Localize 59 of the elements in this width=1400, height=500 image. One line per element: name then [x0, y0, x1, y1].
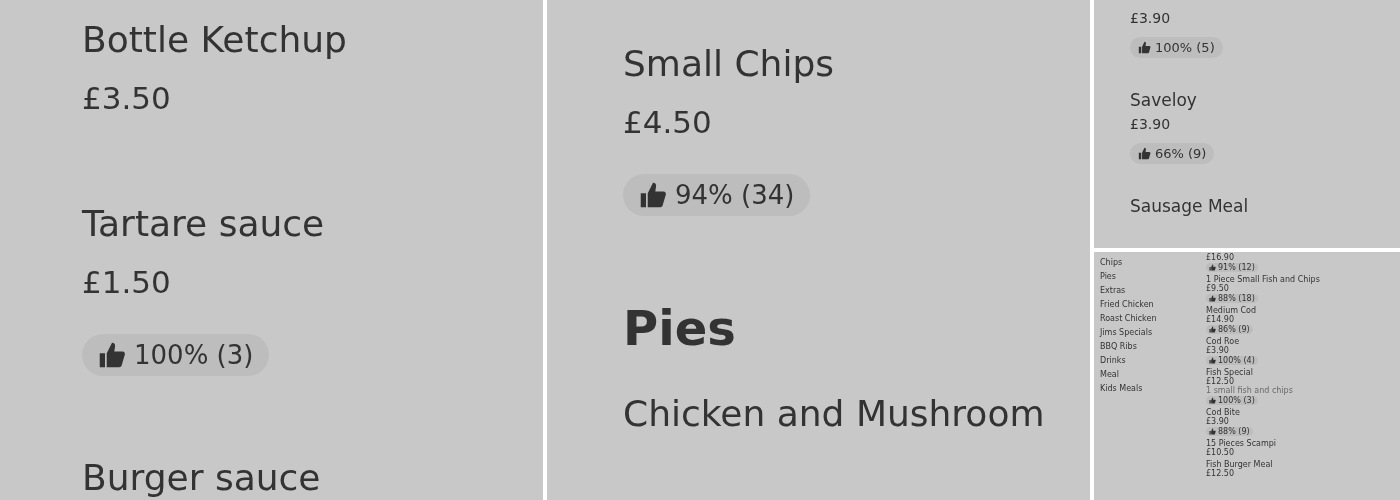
rating-text: 100% (3) [1218, 396, 1255, 405]
item-price: £4.50 [623, 103, 713, 142]
rating-text: 94% (34) [675, 180, 795, 210]
category-link[interactable]: Roast Chicken [1100, 314, 1200, 324]
item-price: £3.50 [82, 79, 172, 118]
thumbs-up-icon [1209, 295, 1216, 302]
thumbs-up-icon [1138, 147, 1151, 160]
item-name[interactable]: Bottle Ketchup [82, 18, 347, 62]
thumbs-up-icon [1209, 397, 1216, 404]
category-link[interactable]: Jims Specials [1100, 328, 1200, 338]
item-description: 1 small fish and chips [1206, 386, 1294, 395]
item-name[interactable]: Medium Cod [1206, 306, 1320, 315]
thumbs-up-icon [1138, 41, 1151, 54]
category-link[interactable]: Extras [1100, 286, 1200, 296]
item-name[interactable]: Fish Burger Meal [1206, 460, 1320, 469]
category-link[interactable]: Drinks [1100, 356, 1200, 366]
item-name[interactable]: Sausage Meal [1130, 194, 1249, 218]
thumbs-up-icon [1209, 326, 1216, 333]
item-price: £3.90 [1130, 9, 1172, 28]
category-link[interactable]: Pies [1100, 272, 1200, 282]
section-heading: Pies [623, 300, 737, 356]
category-link[interactable]: BBQ Ribs [1100, 342, 1200, 352]
rating-text: 100% (4) [1218, 356, 1255, 365]
item-name[interactable]: 1 Piece Small Fish and Chips [1206, 275, 1320, 284]
item-name[interactable]: Chicken and Mushroom [623, 392, 1045, 436]
category-link[interactable]: Kids Meals [1100, 384, 1200, 394]
thumbs-up-icon [1209, 428, 1216, 435]
category-link[interactable]: Chips [1100, 258, 1200, 268]
item-price: £10.50 [1206, 448, 1235, 457]
item-price: £14.90 [1206, 315, 1235, 324]
item-name[interactable]: Cod Bite [1206, 408, 1320, 417]
rating-text: 100% (5) [1155, 40, 1215, 55]
rating-text: 86% (9) [1218, 325, 1250, 334]
item-price: £9.50 [1206, 284, 1230, 293]
rating-text: 100% (3) [134, 340, 254, 370]
item-name[interactable]: Saveloy [1130, 88, 1249, 112]
thumbs-up-icon [639, 181, 667, 209]
item-price: £3.90 [1206, 346, 1230, 355]
thumbs-up-icon [1209, 264, 1216, 271]
item-price: £16.90 [1206, 253, 1235, 262]
item-price: £3.90 [1206, 417, 1230, 426]
item-name[interactable]: Burger sauce [82, 456, 347, 500]
category-link[interactable]: Meal [1100, 370, 1200, 380]
category-link[interactable]: Fried Chicken [1100, 300, 1200, 310]
item-price: £1.50 [82, 263, 172, 302]
rating-text: 88% (9) [1218, 427, 1250, 436]
rating-text: 91% (12) [1218, 263, 1255, 272]
thumbs-up-icon [98, 341, 126, 369]
item-name[interactable]: Fish Special [1206, 368, 1320, 377]
item-price: £12.50 [1206, 377, 1234, 386]
item-name[interactable]: Tartare sauce [82, 202, 347, 246]
thumbs-up-icon [1209, 357, 1216, 364]
rating-text: 66% (9) [1155, 146, 1207, 161]
item-price: £12.50 [1206, 469, 1234, 478]
item-price: £3.90 [1130, 115, 1172, 134]
item-name[interactable]: Cod Roe [1206, 337, 1320, 346]
item-name[interactable]: 15 Pieces Scampi [1206, 439, 1320, 448]
item-name[interactable]: Small Chips [623, 42, 1045, 86]
rating-text: 88% (18) [1218, 294, 1255, 303]
